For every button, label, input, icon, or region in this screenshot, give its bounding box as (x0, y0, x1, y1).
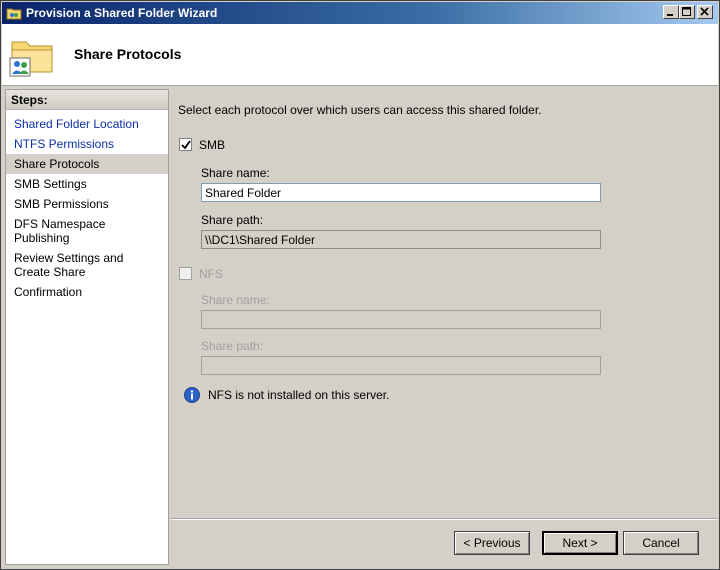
smb-share-path-field[interactable] (201, 230, 601, 249)
nfs-checkbox-label: NFS (199, 267, 223, 281)
step-ntfs-permissions[interactable]: NTFS Permissions (6, 134, 168, 154)
wizard-window: Provision a Shared Folder Wizard Share P… (0, 0, 720, 570)
button-bar-divider (171, 518, 717, 520)
next-button[interactable]: Next > (542, 531, 618, 555)
nfs-share-name-label: Share name: (201, 293, 270, 307)
minimize-button[interactable] (663, 5, 679, 19)
steps-panel: Steps: Shared Folder Location NTFS Permi… (5, 89, 169, 565)
previous-button[interactable]: < Previous (454, 531, 530, 555)
close-button[interactable] (697, 5, 713, 19)
smb-checkbox-label[interactable]: SMB (199, 138, 225, 152)
folder-share-icon (8, 32, 58, 78)
step-smb-permissions: SMB Permissions (14, 197, 109, 211)
main-panel: Select each protocol over which users ca… (171, 89, 717, 519)
step-dfs-namespace-publishing: DFS Namespace Publishing (14, 217, 106, 245)
smb-share-name-input[interactable] (201, 183, 601, 202)
nfs-info-message: NFS is not installed on this server. (208, 388, 390, 402)
shared-folder-wizard-icon (6, 5, 22, 21)
nfs-share-name-input (201, 310, 601, 329)
smb-share-path-label: Share path: (201, 213, 264, 227)
step-smb-settings: SMB Settings (14, 177, 87, 191)
cancel-button[interactable]: Cancel (623, 531, 699, 555)
nfs-share-path-input (201, 356, 601, 375)
wizard-header: Share Protocols (2, 24, 718, 86)
nfs-checkbox[interactable] (179, 267, 192, 280)
step-share-protocols: Share Protocols (6, 154, 168, 174)
instruction-text: Select each protocol over which users ca… (178, 103, 542, 117)
info-icon (184, 387, 200, 403)
maximize-button[interactable] (679, 5, 695, 19)
page-title: Share Protocols (74, 46, 182, 62)
step-shared-folder-location[interactable]: Shared Folder Location (6, 114, 168, 134)
step-review-settings: Review Settings and Create Share (14, 251, 124, 279)
steps-heading: Steps: (6, 90, 168, 110)
nfs-share-path-label: Share path: (201, 339, 264, 353)
title-bar[interactable]: Provision a Shared Folder Wizard (2, 2, 718, 24)
smb-checkbox[interactable] (179, 138, 192, 151)
step-confirmation: Confirmation (14, 285, 83, 299)
smb-share-name-label: Share name: (201, 166, 270, 180)
window-title: Provision a Shared Folder Wizard (26, 6, 218, 20)
